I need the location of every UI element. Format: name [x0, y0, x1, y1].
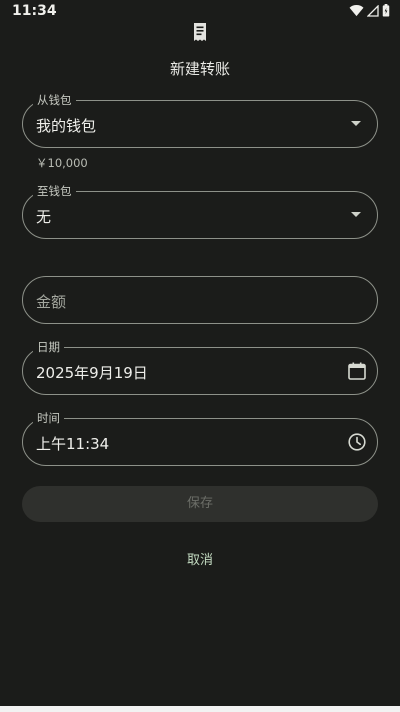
from-wallet-balance: ￥10,000 [36, 156, 88, 170]
calendar-icon[interactable] [347, 361, 367, 381]
from-wallet-value: 我的钱包 [36, 117, 97, 135]
dialog-title: 新建转账 [169, 60, 230, 78]
from-wallet-dropdown[interactable]: 从钱包 我的钱包 [22, 92, 378, 148]
time-value: 上午11:34 [36, 435, 110, 453]
wifi-icon [349, 4, 364, 17]
signal-icon [367, 4, 379, 17]
amount-placeholder: 金额 [36, 293, 67, 311]
battery-icon [382, 4, 390, 17]
clock-icon[interactable] [347, 432, 367, 452]
status-time: 11:34 [12, 3, 57, 19]
date-label: 日期 [33, 339, 64, 355]
date-field[interactable]: 日期 2025年9月19日 [22, 339, 378, 395]
cancel-button[interactable]: 取消 [160, 548, 240, 574]
dropdown-arrow-icon [351, 121, 361, 126]
time-field[interactable]: 时间 上午11:34 [22, 410, 378, 466]
time-label: 时间 [33, 410, 64, 426]
from-wallet-label: 从钱包 [33, 92, 76, 108]
dropdown-arrow-icon [351, 212, 361, 217]
date-value: 2025年9月19日 [36, 364, 148, 382]
amount-input[interactable]: 金额 [22, 276, 378, 324]
receipt-icon [194, 23, 206, 41]
to-wallet-value: 无 [36, 208, 52, 226]
save-button[interactable]: 保存 [22, 486, 378, 522]
to-wallet-dropdown[interactable]: 至钱包 无 [22, 183, 378, 239]
status-icons [349, 4, 390, 17]
navigation-bar [0, 706, 400, 712]
to-wallet-label: 至钱包 [33, 183, 76, 199]
